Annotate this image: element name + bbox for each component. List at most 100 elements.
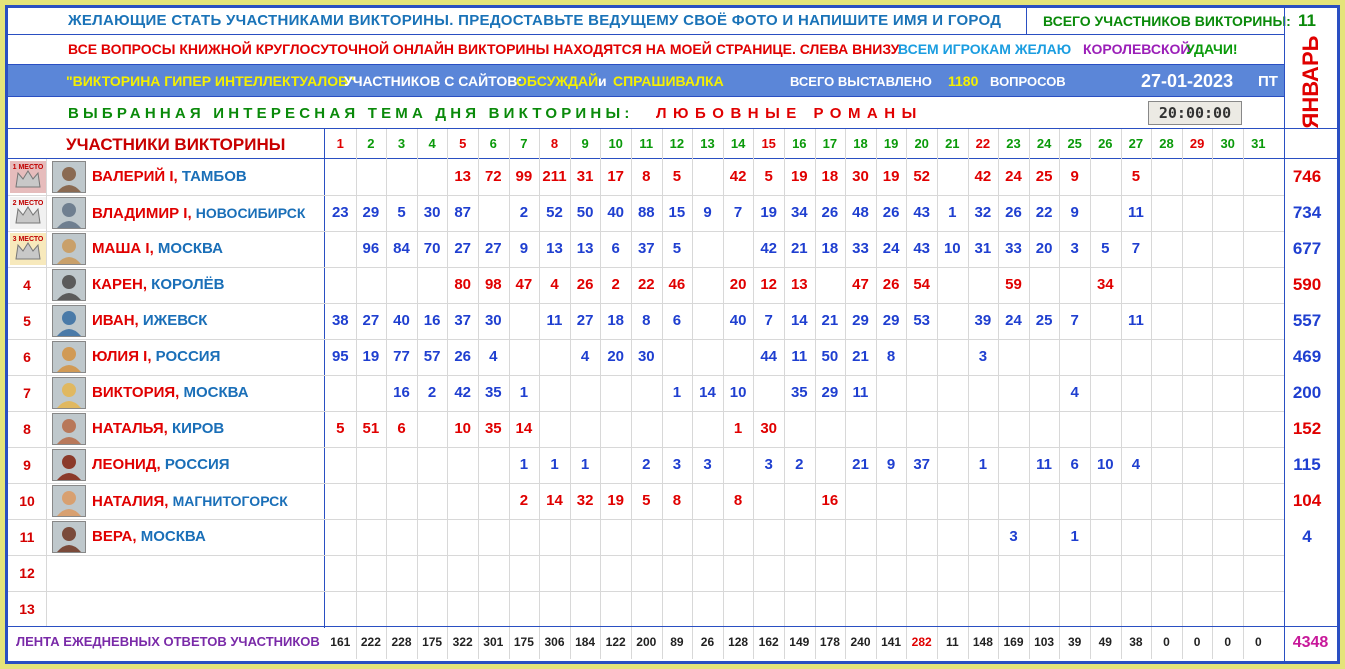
- score-cell: 31: [974, 240, 992, 257]
- header-line1: ЖЕЛАЮЩИЕ СТАТЬ УЧАСТНИКАМИ ВИКТОРИНЫ. ПР…: [8, 8, 1337, 34]
- footer-label: ЛЕНТА ЕЖЕДНЕВНЫХ ОТВЕТОВ УЧАСТНИКОВ: [16, 634, 320, 649]
- score-cell: 4: [1131, 456, 1141, 473]
- total-participants-label: ВСЕГО УЧАСТНИКОВ ВИКТОРИНЫ:: [1043, 13, 1291, 29]
- participant-name: ВЕРА, МОСКВА: [92, 528, 206, 545]
- avatar: [52, 485, 86, 517]
- daily-total-cell: 222: [360, 635, 381, 649]
- score-cell: 4: [580, 348, 590, 365]
- theme-value: ЛЮБОВНЫЕ РОМАНЫ: [656, 105, 923, 122]
- score-cell: 29: [882, 312, 900, 329]
- day-header: 20: [914, 136, 929, 151]
- month-label: ЯНВАРЬ: [1297, 35, 1323, 128]
- participant-total: 4: [1302, 527, 1312, 546]
- score-cell: 43: [913, 204, 931, 221]
- svg-text:1 МЕСТО: 1 МЕСТО: [13, 164, 44, 171]
- score-cell: 25: [1035, 312, 1053, 329]
- score-cell: 54: [913, 276, 931, 293]
- header-theme: ВЫБРАННАЯ ИНТЕРЕСНАЯ ТЕМА ДНЯ ВИКТОРИНЫ:…: [8, 98, 1284, 128]
- day-header: 21: [945, 136, 960, 151]
- score-cell: 11: [1127, 204, 1144, 221]
- score-cell: 42: [454, 384, 472, 401]
- avatar: [52, 377, 86, 409]
- score-cell: 30: [852, 168, 869, 185]
- score-cell: 1: [1070, 528, 1079, 545]
- score-cell: 5: [1101, 240, 1110, 257]
- score-cell: 30: [637, 348, 655, 365]
- score-cell: 8: [672, 492, 682, 509]
- score-cell: 7: [764, 312, 773, 329]
- daily-total-cell: 0: [1254, 635, 1262, 649]
- day-header: 3: [397, 136, 406, 151]
- score-cell: 16: [423, 312, 441, 329]
- score-cell: 34: [1096, 276, 1114, 293]
- score-cell: 18: [821, 240, 839, 257]
- score-cell: 42: [974, 168, 992, 185]
- participant-name: ВЛАДИМИР I, НОВОСИБИРСК: [92, 205, 306, 222]
- daily-total-cell: 169: [1003, 635, 1024, 649]
- score-cell: 30: [484, 312, 502, 329]
- score-cell: 6: [672, 312, 682, 329]
- rank-number: 9: [23, 457, 31, 473]
- score-cell: 5: [397, 204, 406, 221]
- score-cell: 6: [1070, 456, 1079, 473]
- participant-total: 734: [1292, 203, 1322, 222]
- score-cell: 19: [362, 348, 380, 365]
- score-cell: 5: [764, 168, 773, 185]
- score-cell: 44: [760, 348, 778, 365]
- score-cell: 8: [642, 312, 651, 329]
- score-cell: 37: [913, 456, 931, 473]
- score-cell: 23: [331, 204, 349, 221]
- score-cell: 15: [668, 204, 686, 221]
- day-header: 15: [761, 136, 776, 151]
- daily-total-cell: 0: [1224, 635, 1232, 649]
- score-cell: 27: [362, 312, 380, 329]
- score-cell: 2: [519, 204, 529, 221]
- score-cell: 30: [423, 204, 441, 221]
- score-cell: 37: [637, 240, 655, 257]
- score-cell: 11: [1036, 456, 1053, 473]
- participant-total: 104: [1292, 491, 1322, 510]
- score-cell: 40: [393, 312, 410, 329]
- score-cell: 26: [1005, 204, 1022, 221]
- participant-name: ЛЕОНИД, РОССИЯ: [92, 456, 230, 473]
- score-cell: 6: [397, 420, 406, 437]
- header-band: "ВИКТОРИНА ГИПЕР ИНТЕЛЛЕКТУАЛОВ" УЧАСТНИ…: [8, 64, 1284, 97]
- participants-title: УЧАСТНИКИ ВИКТОРИНЫ: [66, 135, 286, 154]
- daily-total-cell: 122: [605, 635, 626, 649]
- score-cell: 10: [454, 420, 472, 437]
- score-cell: 27: [484, 240, 502, 257]
- score-cell: 5: [672, 168, 682, 185]
- score-cell: 26: [882, 204, 900, 221]
- day-header: 28: [1159, 136, 1174, 151]
- score-cell: 8: [886, 348, 896, 365]
- score-cell: 5: [672, 240, 682, 257]
- participant-name: ЮЛИЯ I, РОССИЯ: [92, 348, 221, 365]
- daily-total-cell: 149: [789, 635, 810, 649]
- day-header: 30: [1220, 136, 1235, 151]
- sites-label: УЧАСТНИКОВ С САЙТОВ:: [344, 73, 523, 89]
- score-cell: 10: [943, 240, 961, 257]
- score-cell: 42: [729, 168, 747, 185]
- participant-total: 115: [1293, 455, 1321, 474]
- score-cell: 20: [607, 348, 625, 365]
- avatar: [52, 305, 86, 337]
- score-cell: 47: [852, 276, 869, 293]
- score-cell: 11: [852, 384, 869, 401]
- score-cell: 5: [642, 492, 651, 509]
- score-cell: 96: [362, 240, 380, 257]
- score-cell: 40: [729, 312, 747, 329]
- day-header: 23: [1006, 136, 1021, 151]
- quiz-board: ЖЕЛАЮЩИЕ СТАТЬ УЧАСТНИКАМИ ВИКТОРИНЫ. ПР…: [0, 0, 1345, 669]
- score-cell: 43: [913, 240, 931, 257]
- daily-total-cell: 103: [1034, 635, 1055, 649]
- daily-total-cell: 0: [1193, 635, 1201, 649]
- site-obsuzhday: ОБСУЖДАЙ: [516, 73, 599, 89]
- score-cell: 10: [1096, 456, 1114, 473]
- score-cell: 4: [489, 348, 498, 365]
- day-header: 25: [1067, 136, 1082, 151]
- avatar: [52, 197, 86, 229]
- score-cell: 88: [637, 204, 655, 221]
- total-participants-value: 11: [1298, 11, 1316, 30]
- svg-text:2 МЕСТО: 2 МЕСТО: [13, 200, 44, 207]
- day-header: 26: [1098, 136, 1113, 151]
